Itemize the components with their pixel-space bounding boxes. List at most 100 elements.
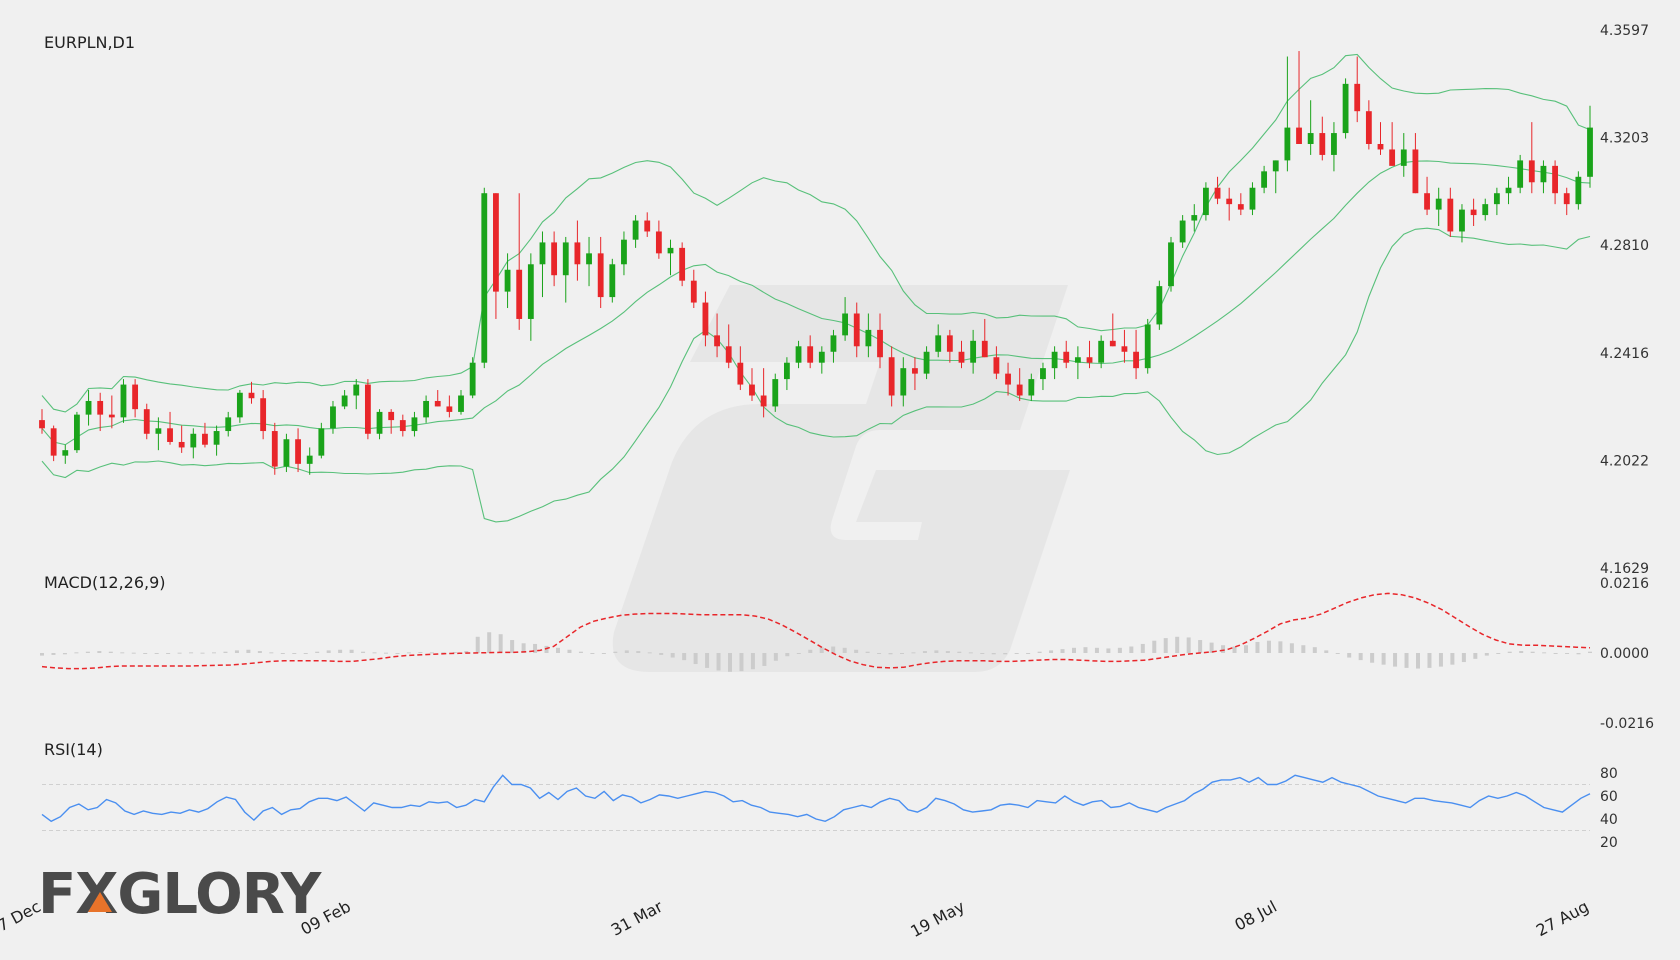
candle [1284,56,1291,172]
candle-body [1424,193,1430,210]
candle [493,193,499,319]
brand-logo-text: FXGLORY [38,862,323,927]
candle [411,411,418,437]
macd-histogram-bar [189,652,194,654]
macd-y-tick-label: 0.0216 [1600,576,1649,592]
macd-histogram-bar [200,652,205,654]
candle [539,231,546,298]
macd-histogram-bar [143,653,148,654]
x-tick-label: 31 Mar [608,897,666,940]
macd-histogram-bar [1461,653,1466,663]
candle-body [1109,340,1116,347]
candle [1121,329,1128,363]
candle [551,231,558,287]
candle [458,390,464,415]
candle-body [900,368,907,396]
candle [679,242,686,287]
candle [597,236,604,309]
candle [1296,51,1302,144]
candle-body [1203,187,1209,216]
candle-body [888,357,895,396]
candle-body [1563,193,1570,205]
candle-body [993,357,1000,374]
candle [1482,198,1489,221]
rsi-pane-title: RSI(14) [44,740,103,759]
candle-body [1470,209,1477,216]
candle [353,379,360,410]
macd-histogram-bar [292,653,297,654]
candle-body [562,242,569,276]
candle [97,392,104,432]
candle [562,236,569,303]
candle-body [493,193,499,292]
candle [644,212,651,237]
candle-body [970,340,977,363]
candle [295,428,301,473]
candle [74,411,80,453]
macd-histogram-bar [234,650,239,653]
candle [434,390,441,407]
macd-histogram-bar [1140,643,1145,653]
macd-histogram-bar [945,651,950,653]
macd-histogram-bar [1037,651,1042,653]
candle [1435,187,1442,227]
macd-histogram-bar [728,653,732,672]
macd-histogram-bar [1072,647,1076,653]
candle-body [1552,165,1558,194]
macd-histogram-bar [1427,653,1432,668]
macd-histogram-bar [406,652,411,654]
candle-body [609,264,616,298]
macd-histogram-bar [429,652,434,654]
macd-histogram-bar [980,653,985,654]
rsi-y-tick-label: 80 [1600,766,1618,782]
candle [1063,340,1070,369]
macd-histogram-bar [154,653,159,654]
candle [1424,176,1430,216]
candle-body [1482,204,1489,216]
macd-histogram-bar [1301,645,1306,653]
candle-body [423,400,429,418]
macd-histogram-bar [246,649,251,653]
macd-histogram-bar [601,653,606,654]
candle [469,357,476,399]
macd-histogram-bar [177,652,182,654]
x-tick-label: 27 Aug [1533,897,1592,940]
price-y-tick-label: 4.2810 [1600,238,1649,254]
macd-histogram-bar [1553,653,1558,654]
macd-histogram-bar [842,647,847,653]
candle-body [434,400,441,407]
candle [1331,122,1337,172]
candle [1365,100,1372,150]
macd-histogram-bar [1507,651,1512,653]
candle-body [167,428,173,442]
candle [481,187,488,369]
candle [1528,122,1535,194]
candle-body [644,220,651,232]
candle-body [1168,242,1174,287]
candle [655,220,662,259]
candle-body [1121,346,1128,352]
candle [1214,176,1221,205]
candle-body [1389,149,1396,166]
candle [783,357,790,391]
macd-histogram-bar [315,651,320,653]
candle-body [853,313,860,347]
candle-body [737,362,744,385]
macd-histogram-bar [1117,647,1122,653]
macd-histogram-bar [808,649,813,653]
candle-body [1284,127,1291,161]
macd-histogram-bar [1094,647,1099,653]
candle-body [551,242,558,276]
candle-body [574,242,581,265]
candle [1412,133,1419,194]
candle [1261,165,1268,194]
macd-histogram-bar [785,653,790,657]
candle [62,444,69,464]
candle-body [143,409,150,434]
candle-body [725,346,732,363]
candle-body [783,362,790,380]
macd-histogram-bar [1496,653,1501,654]
macd-histogram-bar [1438,653,1443,667]
candle [1144,318,1151,374]
candle-body [655,231,662,254]
